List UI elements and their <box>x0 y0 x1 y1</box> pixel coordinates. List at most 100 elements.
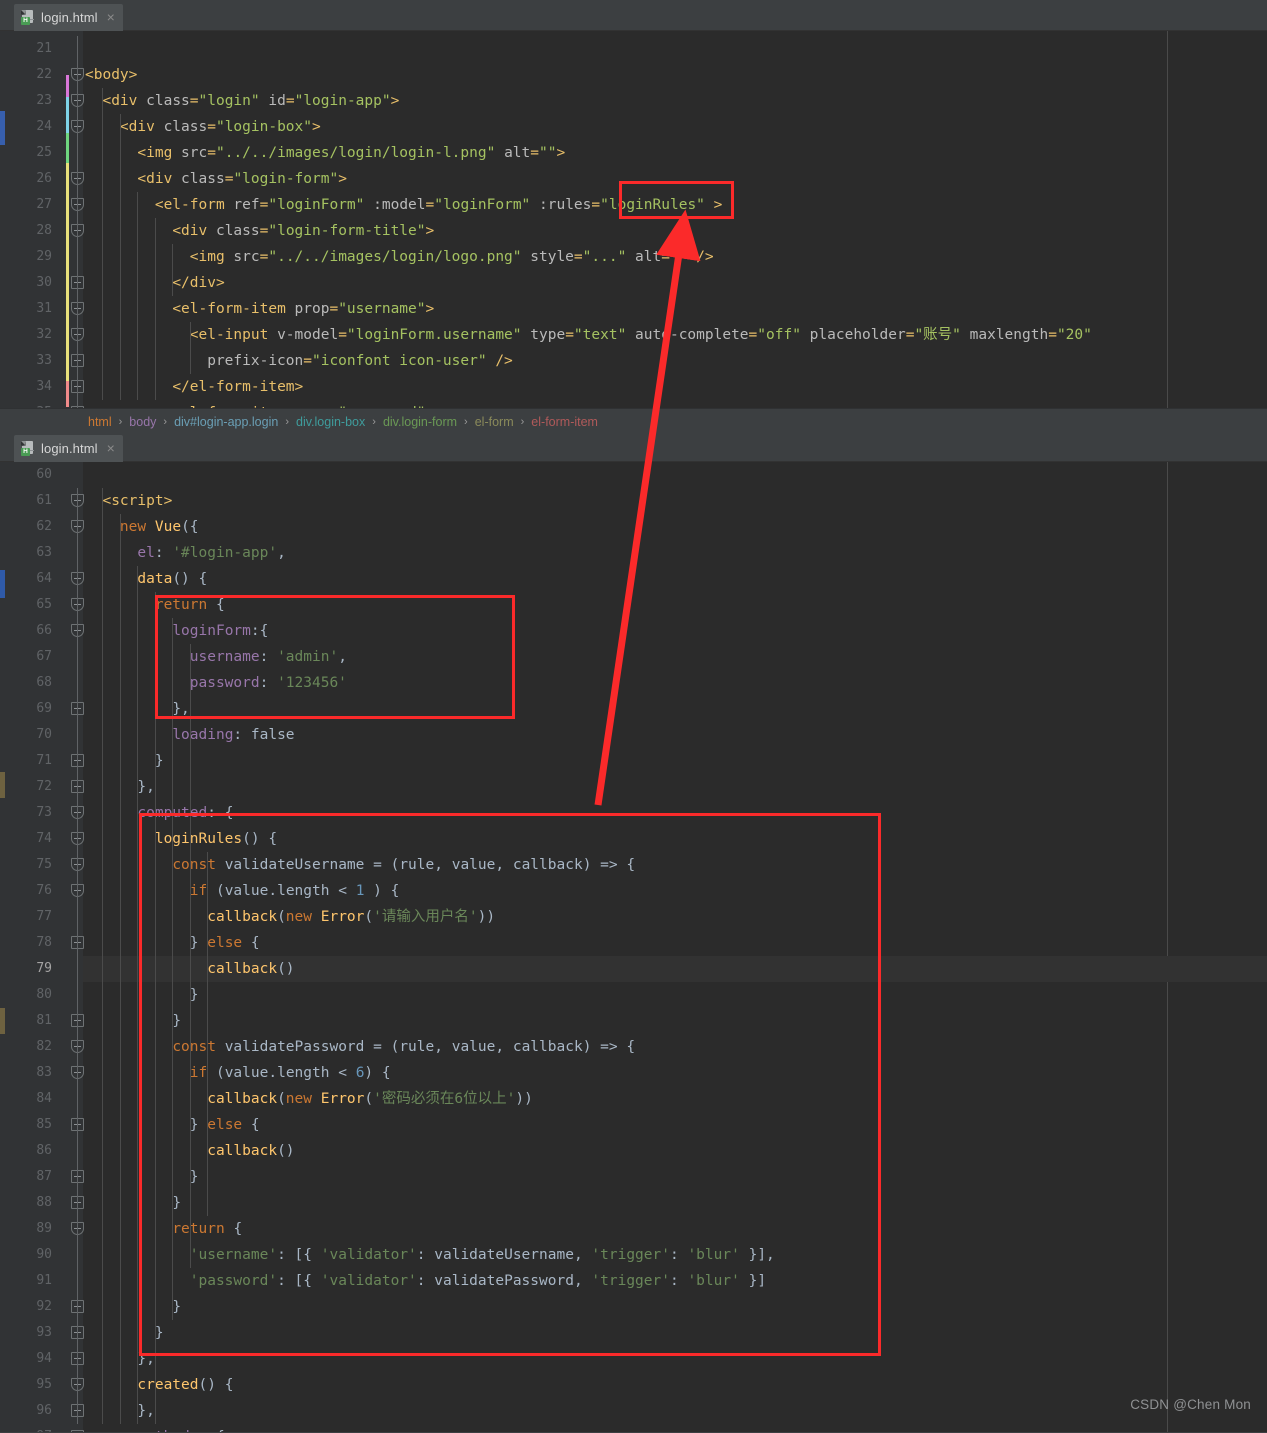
code-line[interactable]: prefix-icon="iconfont icon-user" /> <box>83 348 1267 374</box>
code-line[interactable]: 'username': [{ 'validator': validateUser… <box>83 1242 1267 1268</box>
code-line[interactable]: } <box>83 1164 1267 1190</box>
code-line[interactable] <box>83 462 1267 488</box>
code-line[interactable]: return { <box>83 592 1267 618</box>
code-line[interactable]: const validatePassword = (rule, value, c… <box>83 1034 1267 1060</box>
code-line[interactable]: }, <box>83 696 1267 722</box>
breadcrumb-item[interactable]: div.login-form <box>383 415 457 429</box>
breadcrumb-separator: › <box>464 416 468 428</box>
line-number: 60 <box>36 467 52 482</box>
line-number: 22 <box>36 67 52 82</box>
code-line[interactable]: <img src="../../images/login/logo.png" s… <box>83 244 1267 270</box>
line-number: 32 <box>36 327 52 342</box>
line-number: 61 <box>36 493 52 508</box>
tab-login-html-bottom[interactable]: H login.html × <box>14 435 123 466</box>
code-line[interactable]: <div class="login-box"> <box>83 114 1267 140</box>
code-line[interactable]: <el-form ref="loginForm" :model="loginFo… <box>83 192 1267 218</box>
line-number: 94 <box>36 1351 52 1366</box>
code-line[interactable]: loginForm:{ <box>83 618 1267 644</box>
close-icon[interactable]: × <box>107 10 115 24</box>
line-number: 91 <box>36 1273 52 1288</box>
code-line[interactable]: }, <box>83 1346 1267 1372</box>
code-line[interactable]: callback() <box>83 956 1267 982</box>
breadcrumb-item[interactable]: div#login-app.login <box>174 415 278 429</box>
code-line[interactable]: loginRules() { <box>83 826 1267 852</box>
indent-guide <box>119 114 121 400</box>
line-number: 78 <box>36 935 52 950</box>
line-number: 31 <box>36 301 52 316</box>
line-number: 85 <box>36 1117 52 1132</box>
code-line[interactable]: } <box>83 748 1267 774</box>
code-line[interactable]: password: '123456' <box>83 670 1267 696</box>
breadcrumb-item[interactable]: el-form <box>475 415 514 429</box>
line-number: 74 <box>36 831 52 846</box>
code-line[interactable]: <div class="login-form"> <box>83 166 1267 192</box>
breadcrumb-item[interactable]: body <box>129 415 156 429</box>
editor-pane-top[interactable]: 21 22 23 24 25 26 27 28 29 30 31 32 33 34 35 <body> <d… <box>0 31 1267 408</box>
line-number: 29 <box>36 249 52 264</box>
code-line[interactable]: <div class="login" id="login-app"> <box>83 88 1267 114</box>
line-number: 82 <box>36 1039 52 1054</box>
breadcrumb-separator: › <box>285 416 289 428</box>
code-line[interactable]: return { <box>83 1216 1267 1242</box>
code-line[interactable]: callback() <box>83 1138 1267 1164</box>
breadcrumb-item[interactable]: div.login-box <box>296 415 365 429</box>
code-line[interactable]: } <box>83 982 1267 1008</box>
code-line[interactable]: <el-form-item prop="password"> <box>83 400 1267 408</box>
code-line[interactable]: } <box>83 1190 1267 1216</box>
code-line[interactable]: } <box>83 1320 1267 1346</box>
code-line[interactable]: } else { <box>83 1112 1267 1138</box>
code-content-top[interactable]: <body> <div class="login" id="login-app"… <box>83 31 1267 408</box>
code-line[interactable]: </div> <box>83 270 1267 296</box>
line-number-gutter-top: 21 22 23 24 25 26 27 28 29 30 31 32 33 34 35 <box>5 31 84 408</box>
code-line[interactable]: new Vue({ <box>83 514 1267 540</box>
code-line[interactable]: if (value.length < 6) { <box>83 1060 1267 1086</box>
editor-tabstrip-bottom: H login.html × <box>0 431 1267 466</box>
breadcrumb-separator: › <box>372 416 376 428</box>
line-number: 84 <box>36 1091 52 1106</box>
tab-login-html-top[interactable]: H login.html × <box>14 4 123 35</box>
line-number: 30 <box>36 275 52 290</box>
code-line[interactable]: data() { <box>83 566 1267 592</box>
code-line[interactable] <box>83 36 1267 62</box>
code-line[interactable]: }, <box>83 1398 1267 1424</box>
code-line[interactable]: computed: { <box>83 800 1267 826</box>
line-number: 90 <box>36 1247 52 1262</box>
code-line[interactable]: el: '#login-app', <box>83 540 1267 566</box>
breadcrumb-item[interactable]: el-form-item <box>531 415 598 429</box>
indent-guide <box>172 244 174 296</box>
fold-connector <box>77 36 78 408</box>
code-content-bottom[interactable]: <script> new Vue({ el: '#login-app', dat… <box>83 462 1267 1433</box>
line-number: 83 <box>36 1065 52 1080</box>
code-line[interactable]: loading: false <box>83 722 1267 748</box>
code-line[interactable]: <body> <box>83 62 1267 88</box>
code-line[interactable]: <el-input v-model="loginForm.username" t… <box>83 322 1267 348</box>
breadcrumb-item[interactable]: html <box>88 415 112 429</box>
code-line[interactable]: 'password': [{ 'validator': validatePass… <box>83 1268 1267 1294</box>
watermark: CSDN @Chen Mon <box>1130 1397 1251 1412</box>
close-icon[interactable]: × <box>107 441 115 455</box>
editor-pane-bottom[interactable]: 60 61 62 63 64 65 66 67 68 69 70 71 72 73 74 75 76 77 78 79… <box>0 462 1267 1433</box>
indent-guide <box>207 852 209 1216</box>
code-line[interactable]: created() { <box>83 1372 1267 1398</box>
line-number: 87 <box>36 1169 52 1184</box>
indent-guide <box>172 618 174 1320</box>
code-line[interactable]: callback(new Error('请输入用户名')) <box>83 904 1267 930</box>
code-line[interactable]: } else { <box>83 930 1267 956</box>
fold-connector <box>77 488 78 1424</box>
line-number: 89 <box>36 1221 52 1236</box>
code-line[interactable]: callback(new Error('密码必须在6位以上')) <box>83 1086 1267 1112</box>
code-line[interactable]: } <box>83 1294 1267 1320</box>
indent-guide <box>154 218 156 400</box>
code-line[interactable]: } <box>83 1008 1267 1034</box>
code-line[interactable]: if (value.length < 1 ) { <box>83 878 1267 904</box>
code-line[interactable]: </el-form-item> <box>83 374 1267 400</box>
code-line[interactable]: }, <box>83 774 1267 800</box>
code-line[interactable]: const validateUsername = (rule, value, c… <box>83 852 1267 878</box>
code-line[interactable]: <el-form-item prop="username"> <box>83 296 1267 322</box>
line-number: 69 <box>36 701 52 716</box>
code-line[interactable]: username: 'admin', <box>83 644 1267 670</box>
code-line[interactable]: <img src="../../images/login/login-l.png… <box>83 140 1267 166</box>
code-line[interactable]: <script> <box>83 488 1267 514</box>
code-line[interactable]: <div class="login-form-title"> <box>83 218 1267 244</box>
line-number: 66 <box>36 623 52 638</box>
